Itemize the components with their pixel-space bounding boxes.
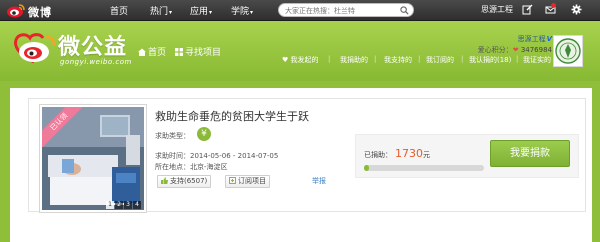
top-search-box — [278, 3, 414, 17]
weibo-logo-icon — [7, 4, 25, 18]
grid-icon — [175, 48, 183, 56]
weibo-logo[interactable]: 微博 — [6, 2, 58, 19]
donation-progress-fill — [364, 165, 369, 171]
yen-icon: ¥ — [197, 127, 211, 141]
subnav-item-supported[interactable]: 我支持的 — [384, 55, 412, 65]
love-points: 爱心积分：❤ 3476984 — [477, 46, 552, 54]
donation-progress-bar — [364, 165, 484, 171]
top-nav-home[interactable]: 首页 — [110, 4, 128, 17]
edit-icon[interactable] — [522, 4, 533, 15]
subnav-item-subscribed[interactable]: 我订阅的 — [426, 55, 454, 65]
divider: | — [516, 55, 519, 63]
search-input[interactable] — [285, 5, 395, 16]
gongyi-logo[interactable]: 微公益 gongyi.weibo.com — [12, 28, 134, 72]
project-card: 已认领 1234 救助生命垂危的贫困大学生于跃 求助类型： ¥ 求助时间：201… — [28, 98, 586, 213]
report-link[interactable]: 举报 — [312, 176, 326, 186]
photo-page-2[interactable]: 2 — [115, 201, 123, 209]
subnav-item-verified[interactable]: 我证实的 — [523, 55, 551, 65]
header-user-name[interactable]: 思源工程V — [518, 34, 552, 44]
top-nav-apps[interactable]: 应用▾ — [190, 4, 212, 17]
weibo-logo-text: 微博 — [28, 6, 52, 19]
project-title[interactable]: 救助生命垂危的贫困大学生于跃 — [155, 108, 309, 124]
support-button[interactable]: 支持(6507) — [157, 175, 212, 188]
avatar-emblem-icon — [555, 38, 581, 64]
photo-page-3[interactable]: 3 — [124, 201, 132, 209]
subscribe-icon — [229, 177, 236, 184]
subnav-item-pledged[interactable]: 我认捐的(18) — [469, 55, 511, 65]
notification-badge — [551, 3, 556, 8]
thumbs-up-icon — [161, 177, 168, 184]
time-row: 求助时间：2014-05-06 - 2014-07-05 — [155, 152, 279, 160]
user-sub-navigation: ♥ 我发起的 | 我捐助的 | 我支持的 | 我订阅的 | 我认捐的(18) |… — [282, 55, 558, 67]
chevron-down-icon: ▾ — [209, 9, 213, 16]
divider: | — [418, 55, 421, 63]
place-row: 所在地点：北京-海淀区 — [155, 163, 228, 171]
divider: | — [328, 55, 331, 63]
home-icon — [138, 48, 146, 56]
raised-amount: 1730元 — [395, 147, 430, 160]
photo-page-1[interactable]: 1 — [106, 201, 114, 209]
gongyi-logo-url: gongyi.weibo.com — [60, 58, 132, 66]
photo-pager: 1234 — [105, 199, 141, 209]
type-label: 求助类型： — [155, 132, 190, 140]
top-nav-academy[interactable]: 学院▾ — [231, 4, 253, 17]
subnav-item-initiated[interactable]: ♥ 我发起的 — [282, 55, 319, 65]
project-photo[interactable]: 已认领 1234 — [39, 104, 147, 213]
raised-label: 已捐助： — [364, 151, 392, 159]
divider: | — [461, 55, 464, 63]
top-user-name[interactable]: 思源工程 — [481, 4, 513, 15]
donation-panel: 已捐助： 1730元 我要捐款 — [355, 134, 579, 178]
gongyi-logo-title: 微公益 — [58, 35, 128, 60]
header-nav-find-projects[interactable]: 寻找项目 — [175, 45, 221, 58]
subscribe-button[interactable]: 订阅项目 — [225, 175, 270, 188]
chevron-down-icon: ▾ — [169, 9, 173, 16]
photo-page-4[interactable]: 4 — [133, 201, 141, 209]
main-content: 已认领 1234 救助生命垂危的贫困大学生于跃 求助类型： ¥ 求助时间：201… — [10, 88, 592, 242]
subnav-item-donated[interactable]: 我捐助的 — [340, 55, 368, 65]
heart-icon: ❤ — [512, 46, 519, 54]
gongyi-logo-icon — [14, 33, 56, 64]
search-icon[interactable] — [400, 6, 409, 15]
heart-icon: ♥ — [282, 56, 289, 64]
top-nav-hot[interactable]: 热门▾ — [150, 4, 172, 17]
claimed-ribbon: 已认领 — [42, 107, 82, 147]
header-nav-home[interactable]: 首页 — [138, 45, 166, 58]
verified-badge-icon: V — [546, 35, 552, 43]
gear-icon[interactable] — [571, 4, 582, 15]
gongyi-header: 微公益 gongyi.weibo.com 首页 寻找项目 思源工程V 爱心积分：… — [0, 21, 600, 81]
top-navigation-bar: 微博 首页 热门▾ 应用▾ 学院▾ 思源工程 — [0, 0, 600, 21]
divider: | — [374, 55, 377, 63]
donate-button[interactable]: 我要捐款 — [490, 140, 570, 167]
chevron-down-icon: ▾ — [250, 9, 254, 16]
